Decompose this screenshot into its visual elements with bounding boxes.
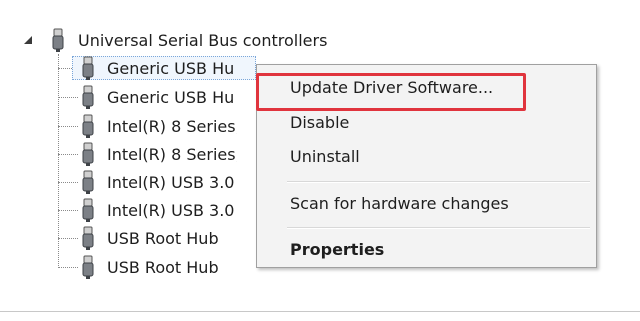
expand-collapse-icon[interactable]: [24, 36, 32, 44]
device-item-usb-root-hub[interactable]: USB Root Hub: [107, 258, 237, 278]
menu-item-uninstall[interactable]: Uninstall: [290, 147, 360, 167]
device-item-intel-usb3[interactable]: Intel(R) USB 3.0: [107, 173, 237, 193]
usb-plug-icon: [80, 56, 96, 80]
device-item-generic-usb-hub[interactable]: Generic USB Hu: [107, 88, 237, 108]
usb-plug-icon: [80, 85, 96, 109]
tree-branch-line: [58, 154, 78, 155]
usb-plug-icon: [50, 28, 66, 52]
tree-branch-line: [58, 182, 78, 183]
tree-branch-line: [58, 238, 78, 239]
category-label[interactable]: Universal Serial Bus controllers: [78, 31, 327, 51]
tree-branch-line: [58, 126, 78, 127]
tree-branch-line: [58, 97, 78, 98]
usb-plug-icon: [80, 142, 96, 166]
menu-separator: [287, 227, 590, 229]
annotation-highlight-box: [256, 73, 526, 111]
device-item-generic-usb-hub[interactable]: Generic USB Hu: [107, 59, 237, 79]
usb-plug-icon: [80, 198, 96, 222]
menu-item-disable[interactable]: Disable: [290, 113, 349, 133]
usb-plug-icon: [80, 114, 96, 138]
device-item-intel-usb3[interactable]: Intel(R) USB 3.0: [107, 201, 237, 221]
tree-branch-line: [58, 210, 78, 211]
usb-plug-icon: [80, 170, 96, 194]
menu-item-properties[interactable]: Properties: [290, 240, 384, 260]
tree-guide-line: [58, 54, 59, 268]
window-border: [0, 311, 640, 312]
usb-plug-icon: [80, 255, 96, 279]
device-item-usb-root-hub[interactable]: USB Root Hub: [107, 229, 237, 249]
usb-plug-icon: [80, 226, 96, 250]
tree-branch-line: [58, 267, 78, 268]
menu-separator: [287, 181, 590, 183]
device-item-intel-8-series[interactable]: Intel(R) 8 Series,: [107, 117, 237, 137]
menu-item-scan-hardware[interactable]: Scan for hardware changes: [290, 194, 509, 214]
device-item-intel-8-series[interactable]: Intel(R) 8 Series,: [107, 145, 237, 165]
